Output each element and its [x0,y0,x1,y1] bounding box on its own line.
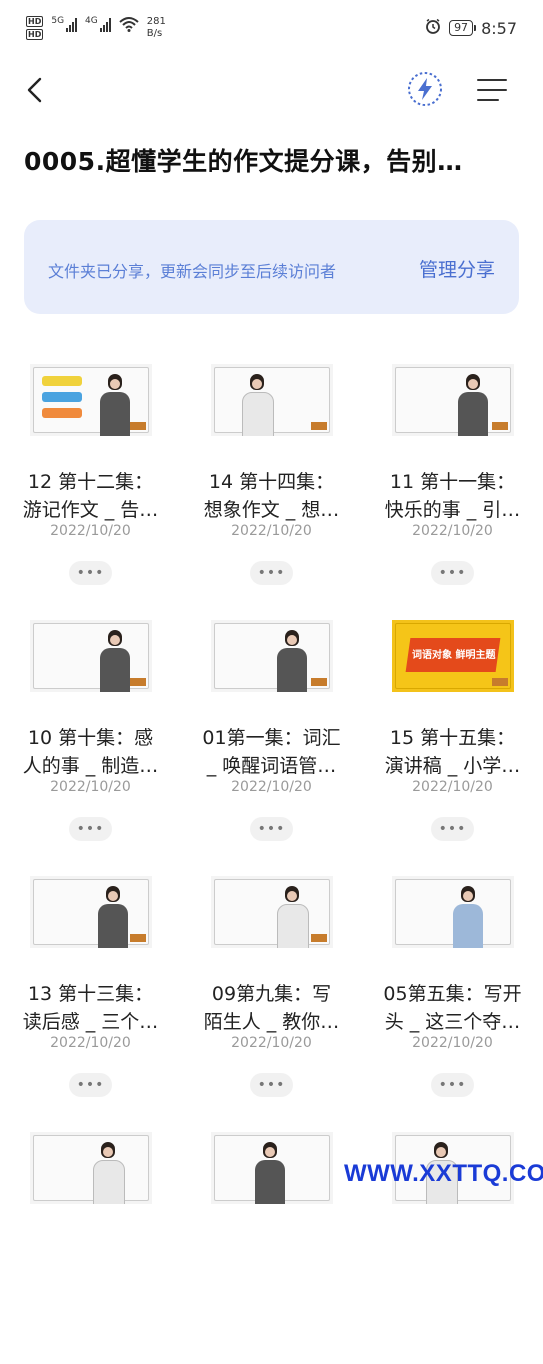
alarm-icon [425,18,441,38]
file-card: 12 第十二集： 游记作文 _ 告… 2022/10/20 ••• [0,340,181,596]
file-title[interactable]: 12 第十二集： 游记作文 _ 告… [8,468,173,524]
net1-label: 5G [51,16,65,26]
file-card: 14 第十四集： 想象作文 _ 想… 2022/10/20 ••• [181,340,362,596]
status-right: 97 8:57 [425,18,517,38]
video-thumbnail[interactable] [30,876,152,948]
file-title[interactable]: 05第五集：写开头 _ 这三个夺… [370,980,535,1036]
speed-unit: B/s [146,28,163,39]
manage-share-button[interactable]: 管理分享 [419,255,495,282]
file-card: 11 第十一集： 快乐的事 _ 引… 2022/10/20 ••• [362,340,543,596]
video-thumbnail[interactable]: 词语对象 鲜明主题 [392,620,514,692]
more-options-button[interactable]: ••• [431,1073,474,1097]
file-title[interactable]: 10 第十集：感 人的事 _ 制造… [8,724,173,780]
video-thumbnail[interactable] [30,620,152,692]
file-date: 2022/10/20 [50,1035,131,1051]
file-title[interactable]: 13 第十三集： 读后感 _ 三个… [8,980,173,1036]
thumbnail-caption: 词语对象 鲜明主题 [412,650,496,661]
file-title[interactable]: 15 第十五集： 演讲稿 _ 小学… [370,724,535,780]
file-date: 2022/10/20 [231,523,312,539]
more-options-button[interactable]: ••• [69,561,112,585]
file-date: 2022/10/20 [412,1035,493,1051]
file-date: 2022/10/20 [50,523,131,539]
file-card: 10 第十集：感 人的事 _ 制造… 2022/10/20 ••• [0,596,181,852]
status-bar: HD HD 5G 4G 281 B/s 97 8:57 [0,0,543,60]
file-card: 01第一集：词汇 _ 唤醒词语管… 2022/10/20 ••• [181,596,362,852]
battery-icon: 97 [449,20,477,36]
signal-icon: 5G [51,16,78,32]
file-date: 2022/10/20 [412,523,493,539]
file-card: 09第九集：写 陌生人 _ 教你… 2022/10/20 ••• [181,852,362,1108]
file-card [362,1108,543,1364]
file-date: 2022/10/20 [231,779,312,795]
more-options-button[interactable]: ••• [250,817,293,841]
lightning-icon [408,72,442,106]
sim1-label: HD [26,16,44,27]
speed-value: 281 [146,16,166,27]
video-thumbnail[interactable] [211,620,333,692]
file-title[interactable]: 09第九集：写 陌生人 _ 教你… [189,980,354,1036]
quick-action-button[interactable] [406,70,444,108]
more-options-button[interactable]: ••• [69,817,112,841]
network-speed: 281 B/s [147,16,166,40]
net2-label: 4G [85,16,98,26]
file-card: 词语对象 鲜明主题 15 第十五集： 演讲稿 _ 小学… 2022/10/20 •… [362,596,543,852]
video-thumbnail[interactable] [392,876,514,948]
file-date: 2022/10/20 [50,779,131,795]
video-thumbnail[interactable] [392,364,514,436]
page-title: 0005.超懂学生的作文提分课，告别… [24,147,463,176]
file-date: 2022/10/20 [412,779,493,795]
more-options-button[interactable]: ••• [69,1073,112,1097]
more-options-button[interactable]: ••• [431,561,474,585]
file-card [0,1108,181,1364]
more-options-button[interactable]: ••• [250,1073,293,1097]
file-title[interactable]: 01第一集：词汇 _ 唤醒词语管… [189,724,354,780]
file-title[interactable]: 14 第十四集： 想象作文 _ 想… [189,468,354,524]
file-card: 13 第十三集： 读后感 _ 三个… 2022/10/20 ••• [0,852,181,1108]
file-title[interactable]: 11 第十一集： 快乐的事 _ 引… [370,468,535,524]
sim2-label: HD [26,29,44,40]
signal-icon-2: 4G [85,16,111,32]
video-thumbnail[interactable] [30,364,152,436]
file-card: 05第五集：写开头 _ 这三个夺… 2022/10/20 ••• [362,852,543,1108]
file-card [181,1108,362,1364]
video-thumbnail[interactable] [30,1132,152,1204]
menu-button[interactable] [472,72,512,108]
watermark: WWW.XXTTQ.COM [344,1160,543,1187]
more-options-button[interactable]: ••• [250,561,293,585]
chevron-left-icon [27,77,42,103]
video-thumbnail[interactable] [211,876,333,948]
wifi-icon [119,16,139,35]
share-banner: 文件夹已分享，更新会同步至后续访问者 管理分享 [24,220,519,314]
nav-bar [0,60,543,120]
status-left: HD HD 5G 4G 281 B/s [26,16,166,40]
sim-indicator: HD HD [26,16,44,40]
file-date: 2022/10/20 [231,1035,312,1051]
menu-icon [477,79,507,101]
back-button[interactable] [18,70,50,110]
video-thumbnail[interactable] [211,364,333,436]
clock: 8:57 [481,18,517,38]
video-thumbnail[interactable] [211,1132,333,1204]
more-options-button[interactable]: ••• [431,817,474,841]
share-notice: 文件夹已分享，更新会同步至后续访问者 [48,262,337,281]
